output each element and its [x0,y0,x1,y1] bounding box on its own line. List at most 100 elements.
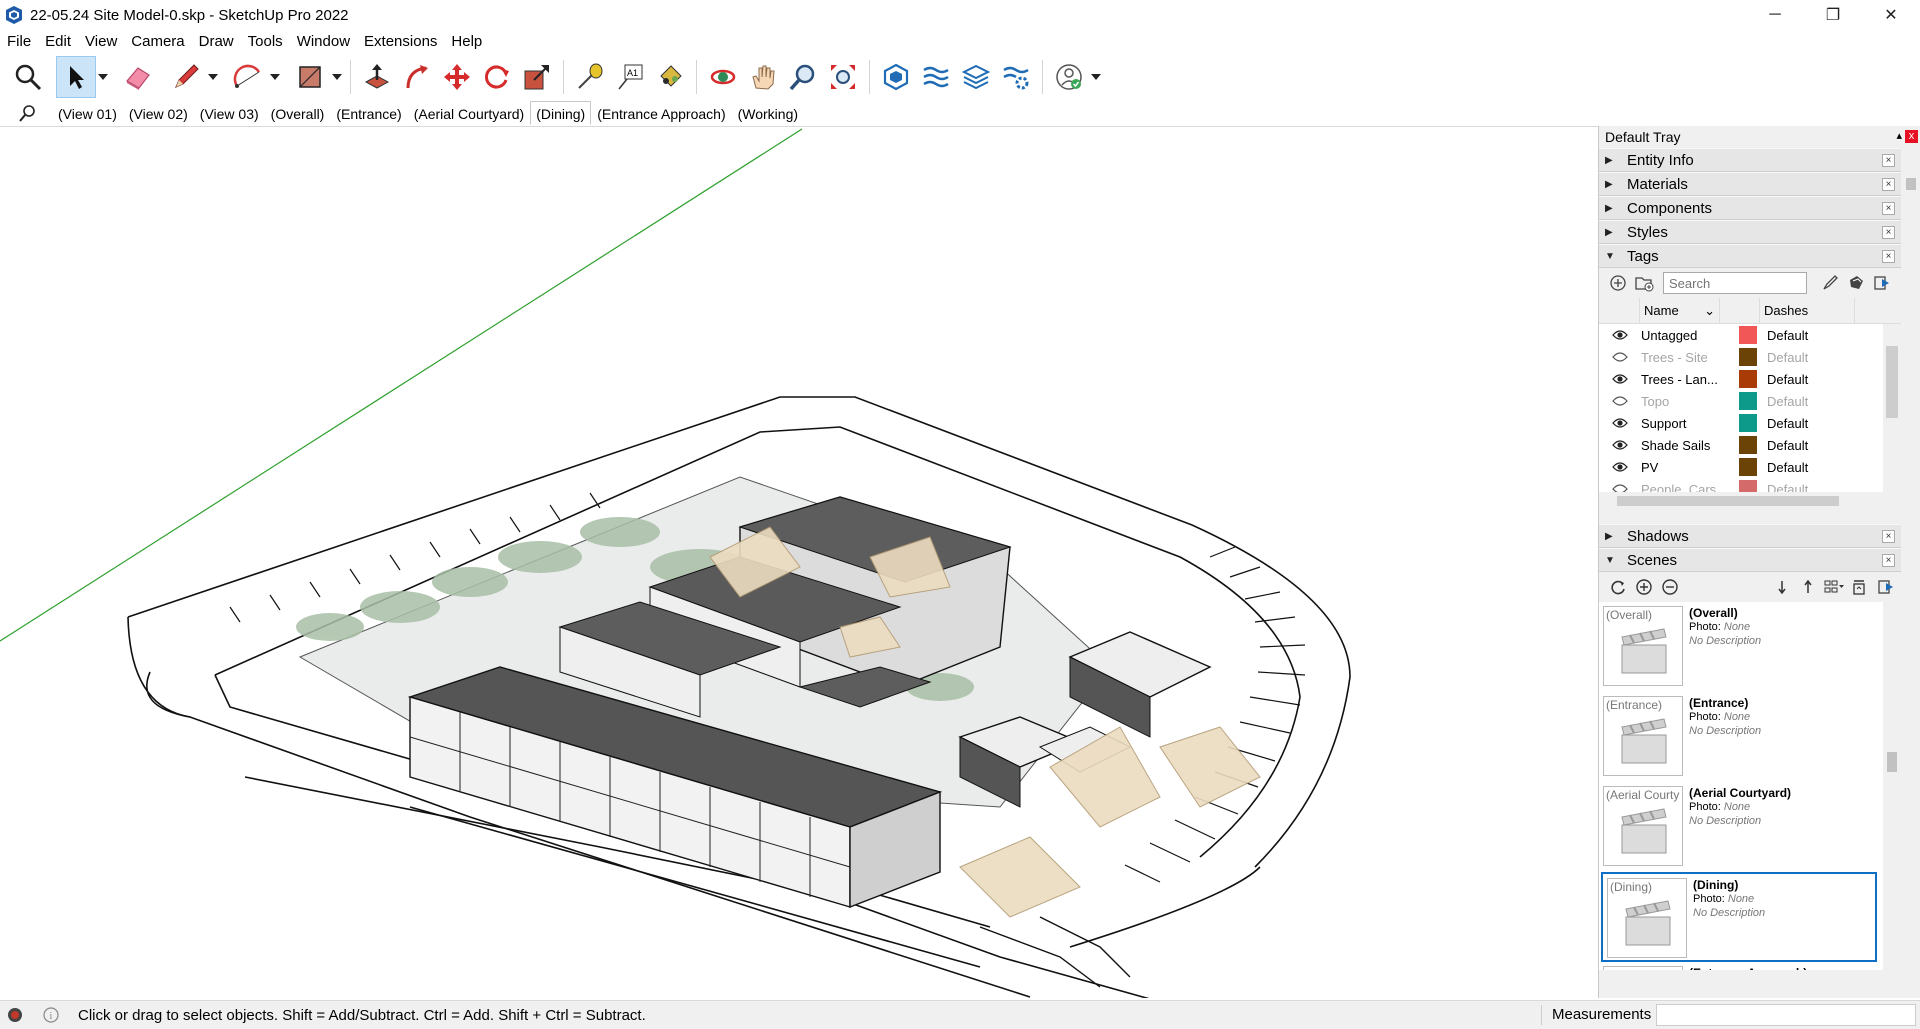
select-dropdown[interactable] [96,56,110,98]
tag-row[interactable]: Support Default [1599,412,1901,434]
panel-materials[interactable]: ▶ Materials × [1599,172,1901,196]
menu-tools[interactable]: Tools [241,33,290,50]
zoom-extents-tool-button[interactable] [823,56,863,98]
tray-vertical-scrollbar[interactable] [1902,148,1920,998]
section-tool-button[interactable] [916,56,956,98]
geolocation-icon[interactable] [6,1006,24,1024]
tag-color-swatch[interactable] [1739,392,1757,410]
tag-name[interactable]: Support [1635,416,1731,431]
select-tool-button[interactable] [56,55,96,98]
eye-visible-icon[interactable] [1599,417,1635,429]
remove-scene-button[interactable] [1659,576,1681,598]
scene-list-item[interactable]: (Entrance) (Entrance) Photo: None No Descri… [1599,692,1901,782]
eye-visible-icon[interactable] [1599,439,1635,451]
tags-col-color[interactable] [1719,297,1759,324]
panel-shadows[interactable]: ▶ Shadows × [1599,524,1901,548]
scene-tab-working[interactable]: (Working) [732,101,804,125]
zoom-tool-button[interactable] [783,56,823,98]
close-panel-icon[interactable]: × [1882,202,1895,215]
menu-extensions[interactable]: Extensions [357,33,444,50]
scene-thumbnail[interactable]: (Entrance) [1603,696,1683,776]
minimize-button[interactable]: ─ [1746,0,1804,30]
close-panel-icon[interactable]: × [1882,178,1895,191]
sandbox-tool-button[interactable] [876,56,916,98]
update-scene-button[interactable] [1607,576,1629,598]
search-tool-button[interactable] [8,56,48,98]
tag-row[interactable]: Trees - Lan... Default [1599,368,1901,390]
add-tag-folder-button[interactable] [1633,272,1655,294]
follow-me-tool-button[interactable] [397,56,437,98]
tag-name[interactable]: PV [1635,460,1731,475]
extension-tool-button[interactable] [996,56,1036,98]
tags-details-button[interactable] [1871,272,1893,294]
scene-tab-dining[interactable]: (Dining) [530,100,592,125]
rectangle-dropdown[interactable] [330,56,344,98]
scene-tab-entrance[interactable]: (Entrance) [330,101,407,125]
tag-dash-style[interactable]: Default [1767,460,1867,475]
tag-name[interactable]: Untagged [1635,328,1731,343]
panel-scenes[interactable]: ▼ Scenes × [1599,548,1901,572]
menu-camera[interactable]: Camera [124,33,191,50]
push-pull-tool-button[interactable] [357,56,397,98]
account-dropdown[interactable] [1089,56,1103,98]
scale-tool-button[interactable] [517,56,557,98]
eye-visible-icon[interactable] [1599,461,1635,473]
move-tool-button[interactable] [437,56,477,98]
add-scene-button[interactable] [1633,576,1655,598]
orbit-tool-button[interactable] [703,56,743,98]
arc-dropdown[interactable] [268,56,282,98]
arc-tool-button[interactable] [228,56,268,98]
close-panel-icon[interactable]: × [1882,250,1895,263]
scenes-details-button[interactable] [1875,576,1897,598]
menu-help[interactable]: Help [444,33,489,50]
layers-tool-button[interactable] [956,56,996,98]
close-panel-icon[interactable]: × [1882,554,1895,567]
tag-dash-style[interactable]: Default [1767,328,1867,343]
measurements-input[interactable] [1656,1004,1916,1026]
add-tag-button[interactable] [1607,272,1629,294]
tag-color-swatch[interactable] [1739,458,1757,476]
tag-name[interactable]: Shade Sails [1635,438,1731,453]
scene-tab-entrance-approach[interactable]: (Entrance Approach) [591,101,731,125]
tag-dash-style[interactable]: Default [1767,482,1867,493]
panel-styles[interactable]: ▶ Styles × [1599,220,1901,244]
tag-name[interactable]: Topo [1635,394,1731,409]
model-viewport[interactable] [0,126,1598,998]
scene-list-item[interactable]: (Aerial Courty (Aerial Courtyard) Photo: N… [1599,782,1901,872]
tag-dash-style[interactable]: Default [1767,372,1867,387]
menu-draw[interactable]: Draw [192,33,241,50]
tag-color-swatch[interactable] [1739,480,1757,492]
text-tool-button[interactable]: A1 [610,56,650,98]
scene-list-item[interactable]: (Entrance App(Entrance Approach)Photo: N… [1599,962,1901,970]
tag-color-swatch[interactable] [1739,326,1757,344]
tag-row[interactable]: Shade Sails Default [1599,434,1901,456]
scene-thumbnail[interactable]: (Aerial Courty [1603,786,1683,866]
menu-view[interactable]: View [78,33,124,50]
tag-color-swatch[interactable] [1739,436,1757,454]
tag-color-button[interactable] [1845,272,1867,294]
tape-measure-tool-button[interactable] [570,56,610,98]
tag-row[interactable]: People, Cars Default [1599,478,1901,492]
rotate-tool-button[interactable] [477,56,517,98]
panel-components[interactable]: ▶ Components × [1599,196,1901,220]
tag-dash-style[interactable]: Default [1767,350,1867,365]
move-scene-down-button[interactable] [1771,576,1793,598]
tag-tool-button[interactable] [1819,272,1841,294]
scene-tab-view-03[interactable]: (View 03) [194,101,265,125]
tag-color-swatch[interactable] [1739,348,1757,366]
tag-color-swatch[interactable] [1739,370,1757,388]
tag-color-swatch[interactable] [1739,414,1757,432]
scene-thumbnail[interactable]: (Dining) [1607,878,1687,958]
scenes-vertical-scrollbar[interactable] [1883,602,1901,970]
tag-name[interactable]: People, Cars [1635,482,1731,493]
scene-search-icon[interactable] [18,103,38,123]
pencil-dropdown[interactable] [206,56,220,98]
restore-button[interactable]: ❐ [1804,0,1862,30]
tags-vertical-scrollbar[interactable] [1883,324,1901,492]
eye-visible-icon[interactable] [1599,373,1635,385]
tags-search-input[interactable] [1663,272,1807,294]
scene-tab-view-02[interactable]: (View 02) [123,101,194,125]
tag-dash-style[interactable]: Default [1767,416,1867,431]
tag-row[interactable]: Topo Default [1599,390,1901,412]
scene-list-item[interactable]: (Overall) (Overall) Photo: None No Descript… [1599,602,1901,692]
